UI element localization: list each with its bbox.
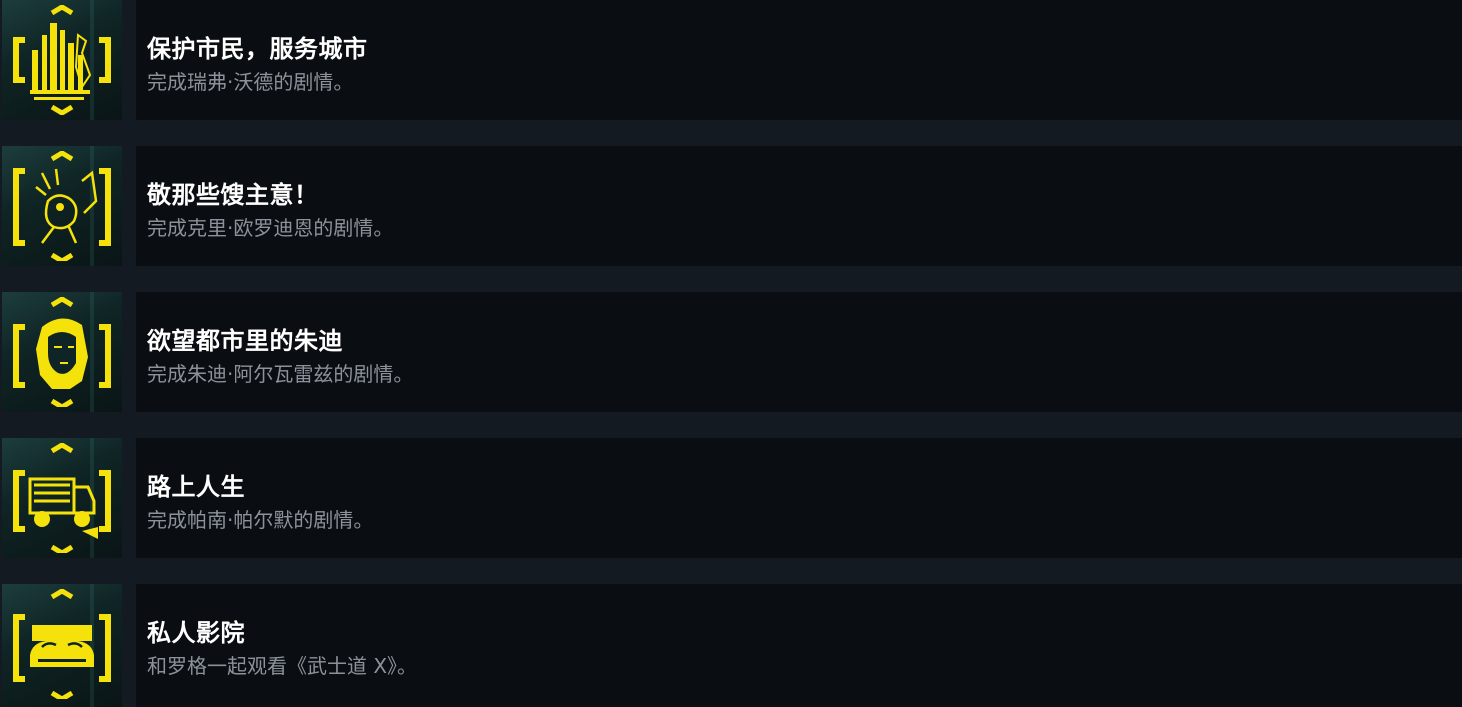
nomad-vehicle-icon [13,443,111,553]
achievement-badge [2,0,122,120]
drive-in-car-icon [13,589,111,699]
achievement-row[interactable]: 敬那些馊主意！ 完成克里·欧罗迪恩的剧情。 [0,146,1462,266]
achievement-description: 完成帕南·帕尔默的剧情。 [147,508,374,532]
achievement-description: 完成瑞弗·沃德的剧情。 [147,70,354,94]
achievement-row[interactable]: 私人影院 和罗格一起观看《武士道 X》。 [0,584,1462,707]
achievement-title: 私人影院 [147,619,245,647]
achievement-badge [2,438,122,558]
rocker-guitar-icon [13,151,111,261]
achievement-badge [2,292,122,412]
achievement-description: 完成克里·欧罗迪恩的剧情。 [147,216,394,240]
achievement-text: 私人影院 和罗格一起观看《武士道 X》。 [136,584,1462,707]
achievement-title: 路上人生 [147,473,245,501]
achievement-badge [2,146,122,266]
achievement-text: 路上人生 完成帕南·帕尔默的剧情。 [136,438,1462,558]
achievement-title: 欲望都市里的朱迪 [147,327,343,355]
achievement-row[interactable]: 欲望都市里的朱迪 完成朱迪·阿尔瓦雷兹的剧情。 [0,292,1462,412]
achievement-text: 保护市民，服务城市 完成瑞弗·沃德的剧情。 [136,0,1462,120]
achievement-description: 和罗格一起观看《武士道 X》。 [147,654,418,678]
achievement-row[interactable]: 保护市民，服务城市 完成瑞弗·沃德的剧情。 [0,0,1462,120]
achievement-title: 保护市民，服务城市 [147,35,368,63]
achievement-text: 敬那些馊主意！ 完成克里·欧罗迪恩的剧情。 [136,146,1462,266]
achievement-text: 欲望都市里的朱迪 完成朱迪·阿尔瓦雷兹的剧情。 [136,292,1462,412]
achievement-list: 保护市民，服务城市 完成瑞弗·沃德的剧情。 敬那些馊主意！ 完成克里·欧罗迪恩的… [0,0,1462,707]
achievement-description: 完成朱迪·阿尔瓦雷兹的剧情。 [147,362,414,386]
achievement-row[interactable]: 路上人生 完成帕南·帕尔默的剧情。 [0,438,1462,558]
achievement-badge [2,584,122,707]
achievement-title: 敬那些馊主意！ [147,181,319,209]
judy-portrait-icon [13,297,111,407]
city-skyline-icon [13,5,111,115]
